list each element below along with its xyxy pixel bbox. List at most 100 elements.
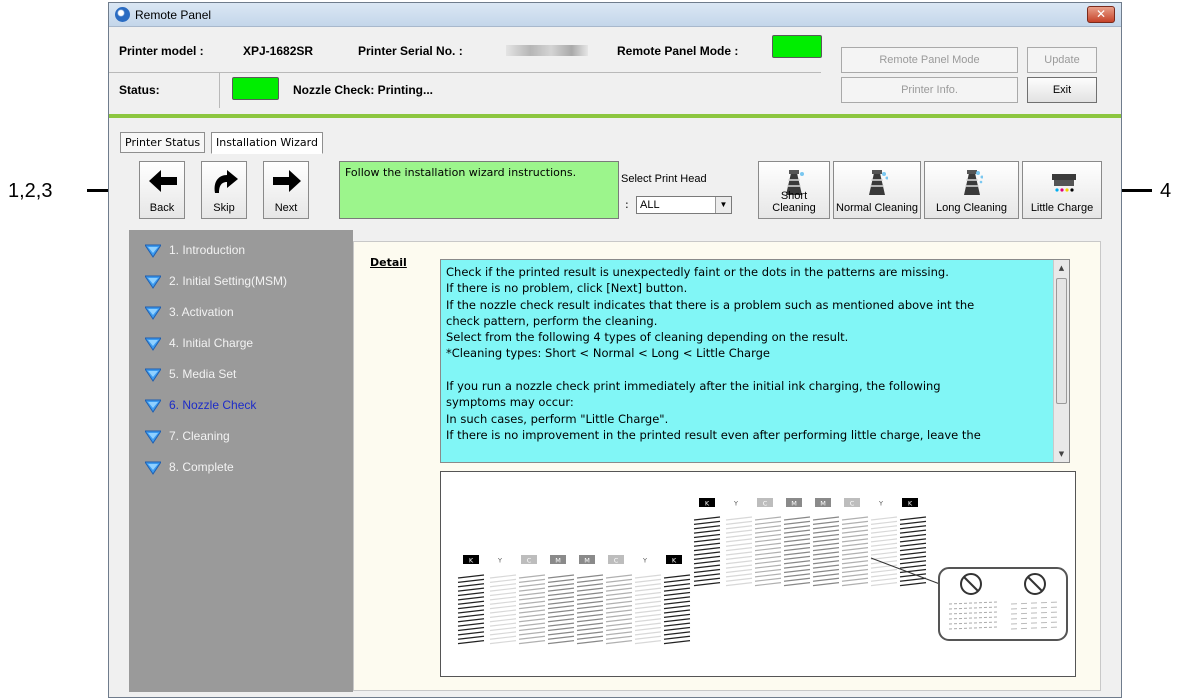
pattern-stroke bbox=[812, 560, 840, 565]
pattern-stroke bbox=[457, 574, 485, 579]
exit-button[interactable]: Exit bbox=[1027, 77, 1097, 103]
back-button[interactable]: Back bbox=[139, 161, 185, 219]
pattern-stroke bbox=[899, 516, 927, 521]
pattern-stroke bbox=[725, 555, 753, 560]
little-charge-label: Little Charge bbox=[1030, 202, 1094, 214]
pattern-stroke bbox=[605, 591, 633, 597]
pattern-stroke bbox=[841, 533, 869, 539]
printer-info-button[interactable]: Printer Info. bbox=[841, 77, 1018, 103]
pattern-stroke bbox=[518, 618, 546, 623]
pattern-stroke bbox=[457, 605, 485, 610]
detail-scrollbar[interactable]: ▲ ▼ bbox=[1053, 260, 1069, 462]
remote-panel-mode-button[interactable]: Remote Panel Mode bbox=[841, 47, 1018, 73]
detail-text-line: Select from the following 4 types of cle… bbox=[446, 330, 849, 345]
pattern-stroke bbox=[899, 560, 927, 565]
skip-button[interactable]: Skip bbox=[201, 161, 247, 219]
pattern-color-label: K bbox=[672, 557, 677, 565]
pattern-stroke bbox=[457, 622, 485, 627]
chevron-down-icon[interactable]: ▼ bbox=[715, 197, 731, 213]
pattern-stroke bbox=[899, 538, 927, 543]
pattern-stroke bbox=[812, 555, 840, 560]
callout-label-cleaning: 4 bbox=[1160, 180, 1172, 202]
pattern-stroke bbox=[547, 618, 575, 623]
pattern-stroke bbox=[841, 520, 869, 525]
pattern-stroke bbox=[634, 600, 662, 605]
normal-cleaning-button[interactable]: Normal Cleaning bbox=[833, 161, 921, 219]
pattern-color-label: Y bbox=[497, 557, 502, 565]
update-button[interactable]: Update bbox=[1027, 47, 1097, 73]
pattern-stroke bbox=[605, 613, 633, 618]
pattern-stroke bbox=[725, 582, 753, 587]
scroll-up-icon[interactable]: ▲ bbox=[1054, 260, 1069, 276]
pattern-stroke bbox=[754, 520, 782, 525]
pattern-stroke bbox=[457, 583, 485, 588]
app-icon bbox=[115, 7, 130, 22]
pattern-stroke bbox=[518, 622, 546, 627]
pattern-stroke bbox=[870, 525, 898, 530]
next-button[interactable]: Next bbox=[263, 161, 309, 219]
close-button[interactable]: ✕ bbox=[1087, 6, 1115, 23]
scroll-down-icon[interactable]: ▼ bbox=[1054, 446, 1069, 462]
little-charge-icon bbox=[1052, 174, 1076, 192]
pattern-stroke bbox=[518, 583, 546, 588]
pattern-stroke bbox=[663, 609, 691, 614]
pattern-stroke bbox=[547, 578, 575, 583]
pattern-stroke bbox=[547, 596, 575, 601]
pattern-color-label: K bbox=[469, 557, 474, 565]
pattern-stroke bbox=[489, 635, 517, 640]
pattern-stroke bbox=[576, 591, 604, 597]
pattern-stroke bbox=[812, 573, 840, 578]
pattern-stroke bbox=[812, 516, 840, 521]
long-cleaning-button[interactable]: Long Cleaning bbox=[924, 161, 1019, 219]
pattern-stroke bbox=[899, 555, 927, 560]
detail-text-line: check pattern, perform the cleaning. bbox=[446, 313, 658, 328]
pattern-stroke bbox=[783, 529, 811, 534]
detail-area: Detail Check if the printed result is un… bbox=[353, 241, 1101, 691]
detail-text-line: In such cases, perform "Little Charge". bbox=[446, 411, 669, 426]
long-cleaning-icon bbox=[963, 170, 983, 195]
pattern-stroke bbox=[576, 626, 604, 632]
pattern-color-label: M bbox=[555, 557, 561, 565]
status-divider bbox=[219, 72, 220, 108]
short-cleaning-button[interactable]: Short Cleaning bbox=[758, 161, 830, 219]
pattern-zoom-box bbox=[938, 567, 1068, 641]
pattern-stroke bbox=[841, 560, 869, 565]
pattern-stroke bbox=[605, 583, 633, 588]
pattern-stroke bbox=[693, 551, 721, 556]
pattern-color-label: K bbox=[705, 500, 710, 508]
pattern-stroke bbox=[693, 516, 721, 521]
pattern-stroke bbox=[783, 533, 811, 539]
pattern-stroke bbox=[754, 516, 782, 521]
pattern-stroke bbox=[576, 622, 604, 627]
pattern-stroke bbox=[870, 568, 898, 574]
pattern-stroke bbox=[576, 631, 604, 636]
instruction-box: Follow the installation wizard instructi… bbox=[339, 161, 619, 219]
step-triangle-icon bbox=[145, 399, 161, 413]
pattern-stroke bbox=[725, 529, 753, 534]
pattern-stroke bbox=[725, 573, 753, 578]
tab-printer-status[interactable]: Printer Status bbox=[120, 132, 206, 153]
pattern-stroke bbox=[576, 635, 604, 640]
pattern-stroke bbox=[605, 578, 633, 583]
pattern-color-label: C bbox=[763, 500, 768, 508]
pattern-stroke bbox=[489, 578, 517, 583]
select-print-head-value: ALL bbox=[640, 199, 660, 211]
info-divider bbox=[109, 72, 821, 73]
pattern-stroke bbox=[663, 613, 691, 618]
scroll-thumb[interactable] bbox=[1056, 278, 1067, 404]
accent-rule bbox=[109, 114, 1121, 118]
wizard-step-label: 5. Media Set bbox=[169, 367, 237, 381]
select-print-head-dropdown[interactable]: ALL ▼ bbox=[636, 196, 732, 214]
window-title: Remote Panel bbox=[135, 8, 212, 22]
pattern-stroke bbox=[576, 613, 604, 618]
printer-model-label: Printer model : bbox=[119, 44, 204, 58]
remote-panel-window: Remote Panel ✕ Printer model : XPJ-1682S… bbox=[108, 2, 1122, 698]
pattern-stroke bbox=[899, 577, 927, 582]
pattern-stroke bbox=[812, 520, 840, 525]
little-charge-button[interactable]: Little Charge bbox=[1022, 161, 1102, 219]
pattern-stroke bbox=[754, 538, 782, 543]
pattern-stroke bbox=[725, 516, 753, 521]
pattern-stroke bbox=[605, 622, 633, 627]
tab-installation-wizard[interactable]: Installation Wizard bbox=[211, 132, 323, 154]
pattern-stroke bbox=[812, 529, 840, 534]
